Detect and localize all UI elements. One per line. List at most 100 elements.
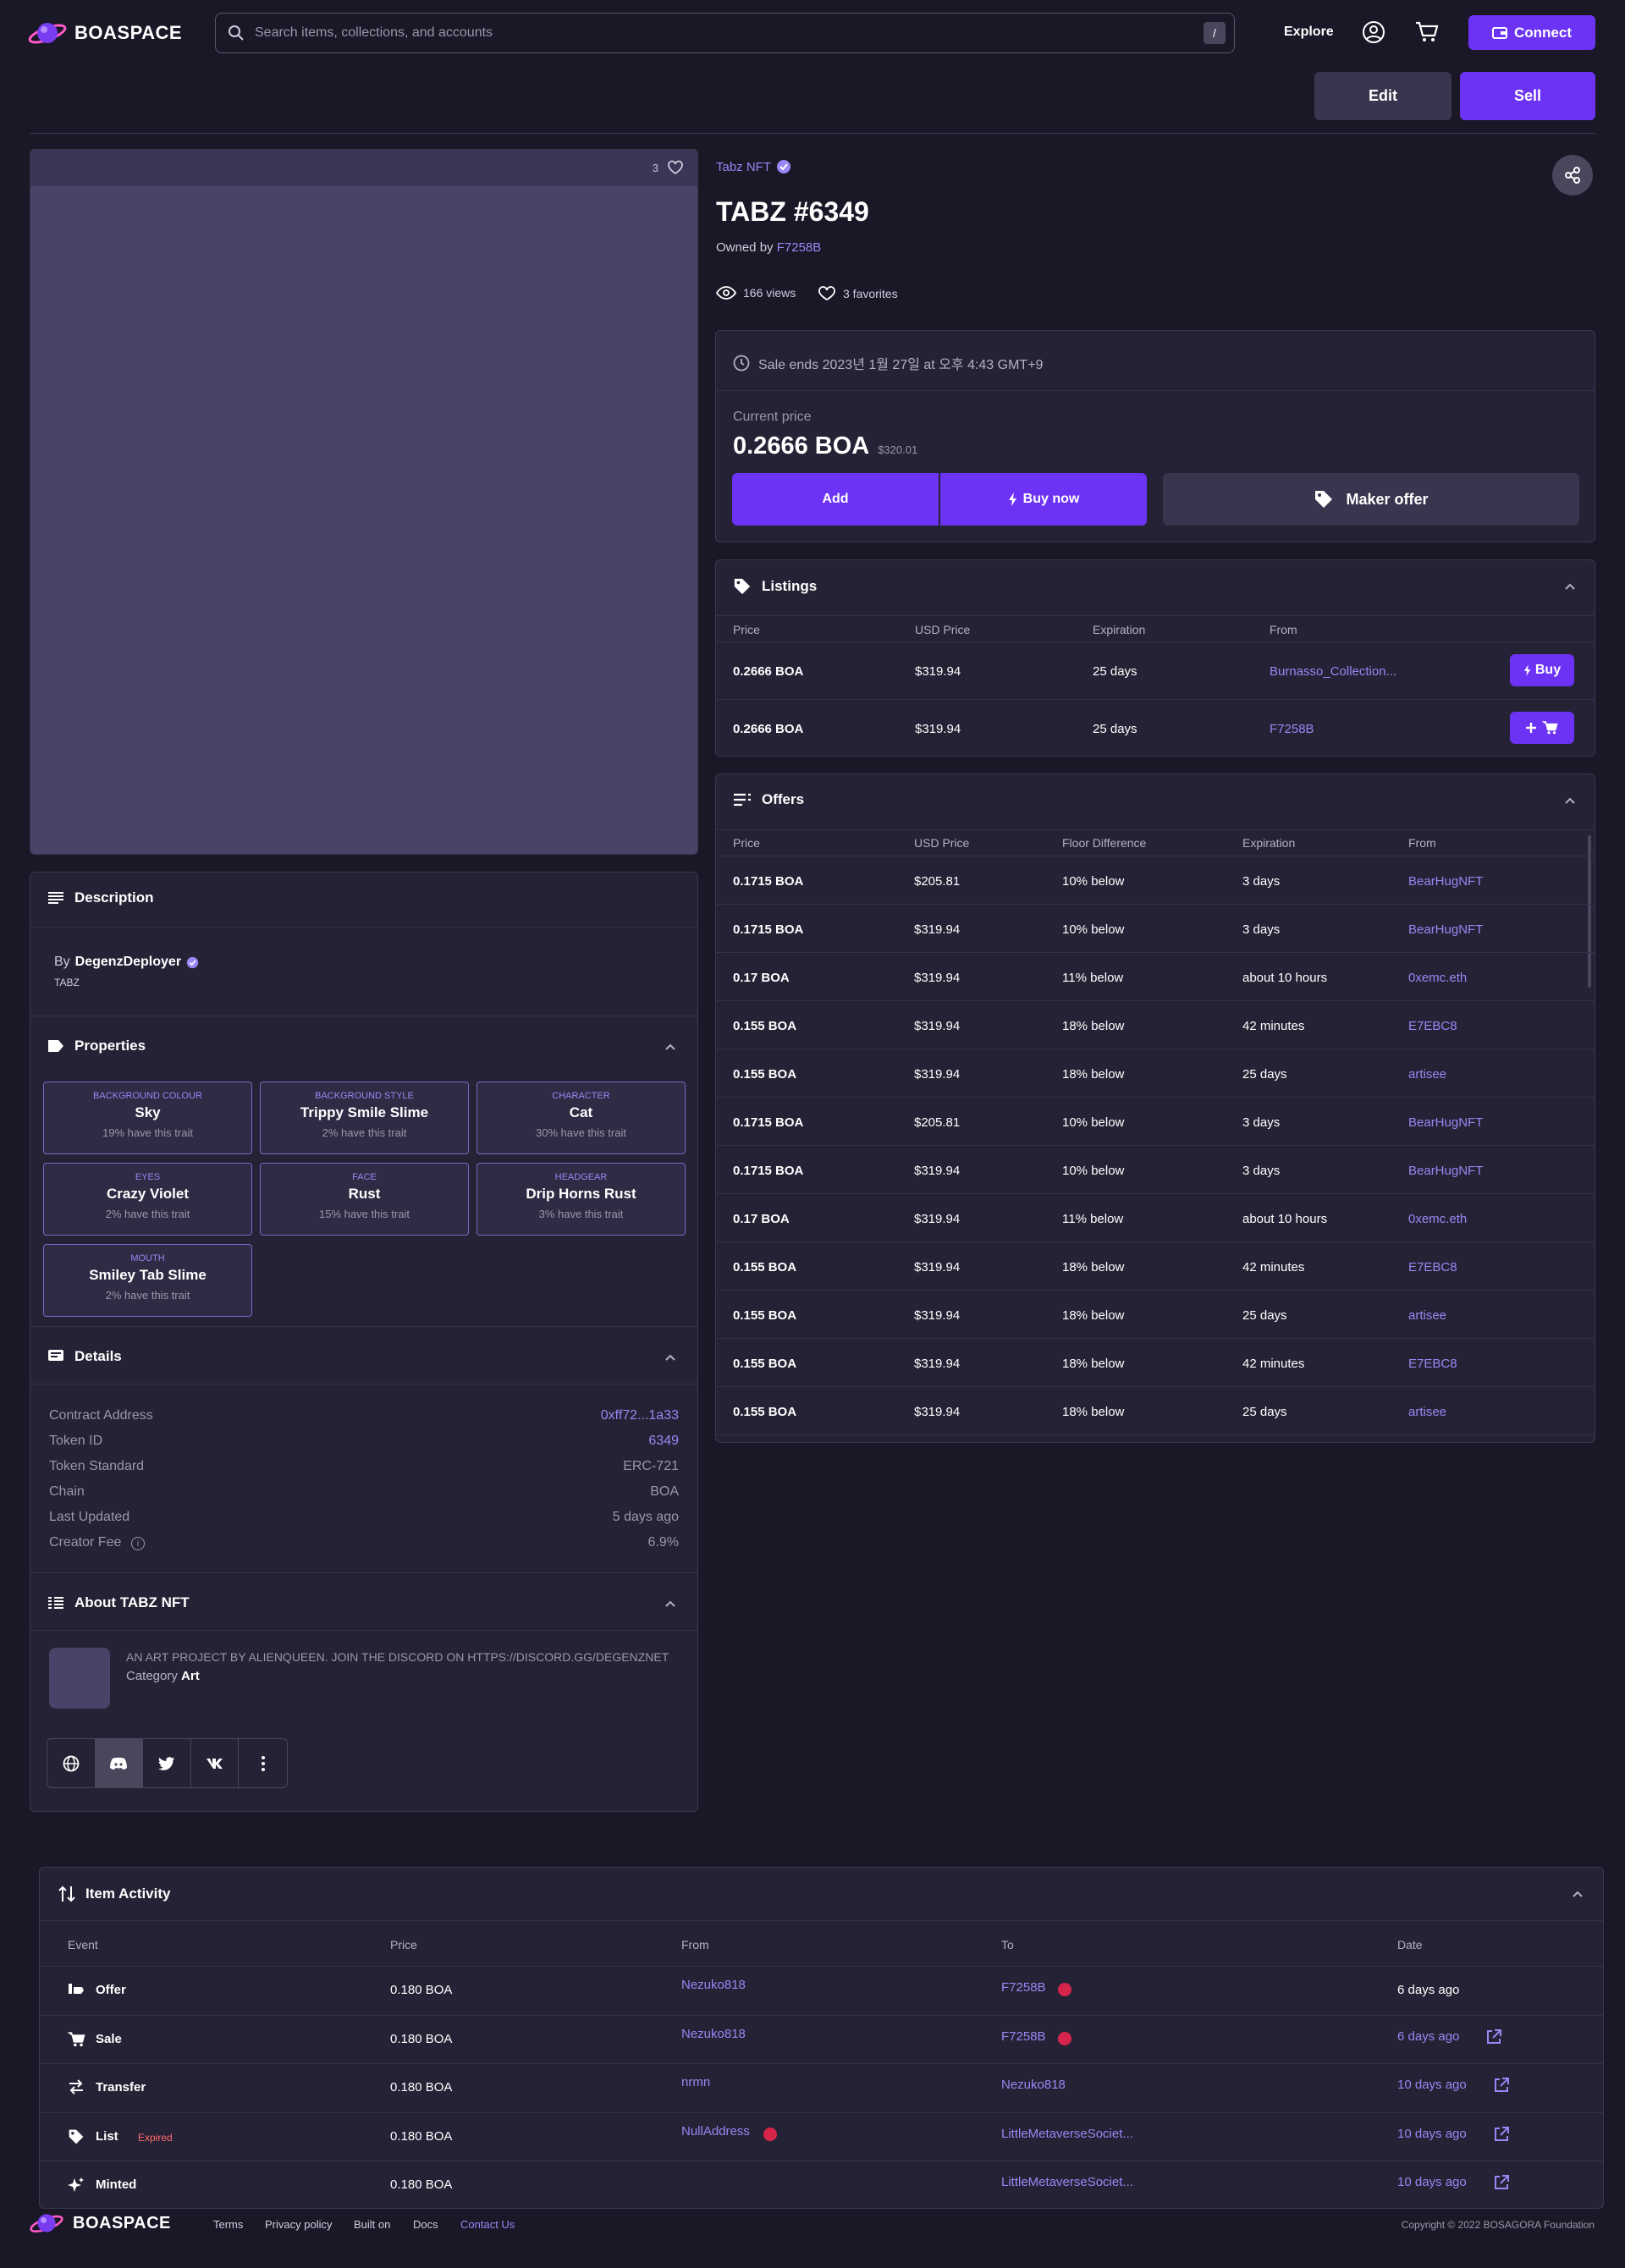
activity-date[interactable]: 10 days ago	[1397, 2078, 1467, 2092]
external-link-icon[interactable]	[1493, 2174, 1510, 2191]
offer-from[interactable]: E7EBC8	[1408, 1019, 1457, 1033]
details-header[interactable]: Details	[47, 1348, 122, 1365]
cart-icon[interactable]	[1414, 20, 1440, 44]
nft-media[interactable]: 3	[30, 149, 698, 855]
activity-to[interactable]: F7258B	[1001, 2029, 1046, 2044]
property-card[interactable]: MOUTH Smiley Tab Slime 2% have this trait	[43, 1244, 252, 1317]
property-card[interactable]: CHARACTER Cat 30% have this trait	[476, 1082, 686, 1154]
listing-from[interactable]: F7258B	[1270, 722, 1314, 736]
listings-col-expiration: Expiration	[1093, 623, 1146, 636]
buy-now-button[interactable]: Buy now	[940, 473, 1147, 526]
detail-value[interactable]: 0xff72...1a33	[601, 1408, 679, 1423]
activity-from[interactable]: Nezuko818	[681, 2027, 746, 2041]
offer-from[interactable]: BearHugNFT	[1408, 922, 1483, 937]
activity-date[interactable]: 10 days ago	[1397, 2175, 1467, 2189]
activity-from[interactable]: NullAddress	[681, 2124, 750, 2139]
activity-header[interactable]: Item Activity	[58, 1885, 170, 1903]
property-value: Rust	[348, 1186, 381, 1202]
make-offer-label: Maker offer	[1346, 490, 1429, 508]
sell-button[interactable]: Sell	[1460, 72, 1595, 120]
listing-expiration: 25 days	[1093, 722, 1138, 736]
property-rarity: 2% have this trait	[105, 1289, 190, 1302]
connect-button[interactable]: Connect	[1468, 15, 1595, 50]
property-card[interactable]: BACKGROUND COLOUR Sky 19% have this trait	[43, 1082, 252, 1154]
offer-from[interactable]: 0xemc.eth	[1408, 1212, 1467, 1226]
discord-link[interactable]	[95, 1739, 144, 1787]
chevron-up-icon[interactable]	[1572, 1890, 1584, 1898]
activity-from[interactable]: nrmn	[681, 2075, 710, 2089]
offers-header[interactable]: Offers	[733, 791, 804, 808]
offers-divider	[716, 829, 1595, 830]
chevron-up-icon[interactable]	[664, 1353, 676, 1362]
activity-to[interactable]: F7258B	[1001, 1980, 1046, 1995]
chevron-up-icon[interactable]	[664, 1599, 676, 1608]
share-button[interactable]	[1552, 155, 1593, 195]
property-card[interactable]: FACE Rust 15% have this trait	[260, 1163, 469, 1236]
vk-link[interactable]	[191, 1739, 240, 1787]
detail-value[interactable]: 6349	[648, 1434, 679, 1449]
external-link-icon[interactable]	[1493, 2126, 1510, 2143]
search-bar[interactable]: Search items, collections, and accounts …	[215, 13, 1235, 53]
activity-to[interactable]: LittleMetaverseSociet...	[1001, 2175, 1133, 2189]
about-header[interactable]: About TABZ NFT	[47, 1594, 190, 1611]
footer-brand-a: BOA	[73, 2213, 112, 2232]
offer-floor-diff: 18% below	[1062, 1260, 1125, 1274]
chevron-up-icon[interactable]	[664, 1043, 676, 1051]
edit-button[interactable]: Edit	[1314, 72, 1451, 120]
listing-buy-button[interactable]: Buy	[1510, 654, 1574, 686]
offer-from[interactable]: E7EBC8	[1408, 1260, 1457, 1274]
explore-link[interactable]: Explore	[1284, 25, 1334, 40]
twitter-link[interactable]	[143, 1739, 191, 1787]
footer-contact[interactable]: Contact Us	[460, 2218, 515, 2231]
footer-logo[interactable]: BOASPACE	[27, 2210, 171, 2236]
external-link-icon[interactable]	[1485, 2029, 1502, 2045]
listing-add-to-cart-button[interactable]	[1510, 712, 1574, 744]
external-link-icon[interactable]	[1493, 2077, 1510, 2094]
offer-from[interactable]: artisee	[1408, 1405, 1446, 1419]
account-icon[interactable]	[1362, 20, 1385, 44]
search-input[interactable]: Search items, collections, and accounts	[255, 25, 493, 41]
offer-from[interactable]: artisee	[1408, 1067, 1446, 1082]
properties-header[interactable]: Properties	[47, 1038, 146, 1054]
footer-built-on[interactable]: Built on	[354, 2218, 390, 2231]
footer-docs[interactable]: Docs	[413, 2218, 438, 2231]
add-to-cart-button[interactable]: Add	[732, 473, 939, 526]
tag-icon	[48, 1040, 63, 1052]
offer-from[interactable]: E7EBC8	[1408, 1357, 1457, 1371]
heart-icon[interactable]	[667, 160, 684, 175]
search-icon	[229, 25, 244, 41]
footer-terms[interactable]: Terms	[213, 2218, 243, 2231]
listing-from[interactable]: Burnasso_Collection...	[1270, 664, 1396, 679]
website-link[interactable]	[47, 1739, 96, 1787]
chevron-up-icon[interactable]	[1564, 582, 1576, 591]
description-header[interactable]: Description	[47, 889, 154, 906]
make-offer-button[interactable]: Maker offer	[1163, 473, 1579, 526]
info-icon[interactable]: i	[131, 1537, 145, 1550]
wallet-icon	[1492, 26, 1507, 39]
footer-privacy[interactable]: Privacy policy	[265, 2218, 332, 2231]
property-card[interactable]: BACKGROUND STYLE Trippy Smile Slime 2% hav…	[260, 1082, 469, 1154]
collection-name[interactable]: Tabz NFT	[716, 160, 771, 174]
offer-from[interactable]: BearHugNFT	[1408, 1164, 1483, 1178]
activity-from[interactable]: Nezuko818	[681, 1978, 746, 1992]
chevron-up-icon[interactable]	[1564, 796, 1576, 805]
more-options[interactable]	[239, 1739, 287, 1787]
activity-date[interactable]: 6 days ago	[1397, 2029, 1459, 2044]
listings-header[interactable]: Listings	[733, 577, 817, 596]
offer-from[interactable]: artisee	[1408, 1308, 1446, 1323]
brand-logo[interactable]: BOASPACE	[27, 19, 182, 47]
activity-to[interactable]: Nezuko818	[1001, 2078, 1066, 2092]
property-card[interactable]: HEADGEAR Drip Horns Rust 3% have this trai…	[476, 1163, 686, 1236]
activity-date[interactable]: 10 days ago	[1397, 2127, 1467, 2141]
collection-link[interactable]: Tabz NFT	[716, 159, 791, 174]
owner-link[interactable]: F7258B	[777, 240, 822, 255]
offer-from[interactable]: BearHugNFT	[1408, 1115, 1483, 1130]
activity-to[interactable]: LittleMetaverseSociet...	[1001, 2127, 1133, 2141]
property-card[interactable]: EYES Crazy Violet 2% have this trait	[43, 1163, 252, 1236]
item-title: TABZ #6349	[716, 196, 869, 227]
offer-floor-diff: 18% below	[1062, 1357, 1125, 1371]
creator-link[interactable]: DegenzDeployer	[75, 955, 181, 970]
offer-from[interactable]: 0xemc.eth	[1408, 971, 1467, 985]
offers-scrollbar[interactable]	[1588, 835, 1591, 988]
offer-from[interactable]: BearHugNFT	[1408, 874, 1483, 889]
